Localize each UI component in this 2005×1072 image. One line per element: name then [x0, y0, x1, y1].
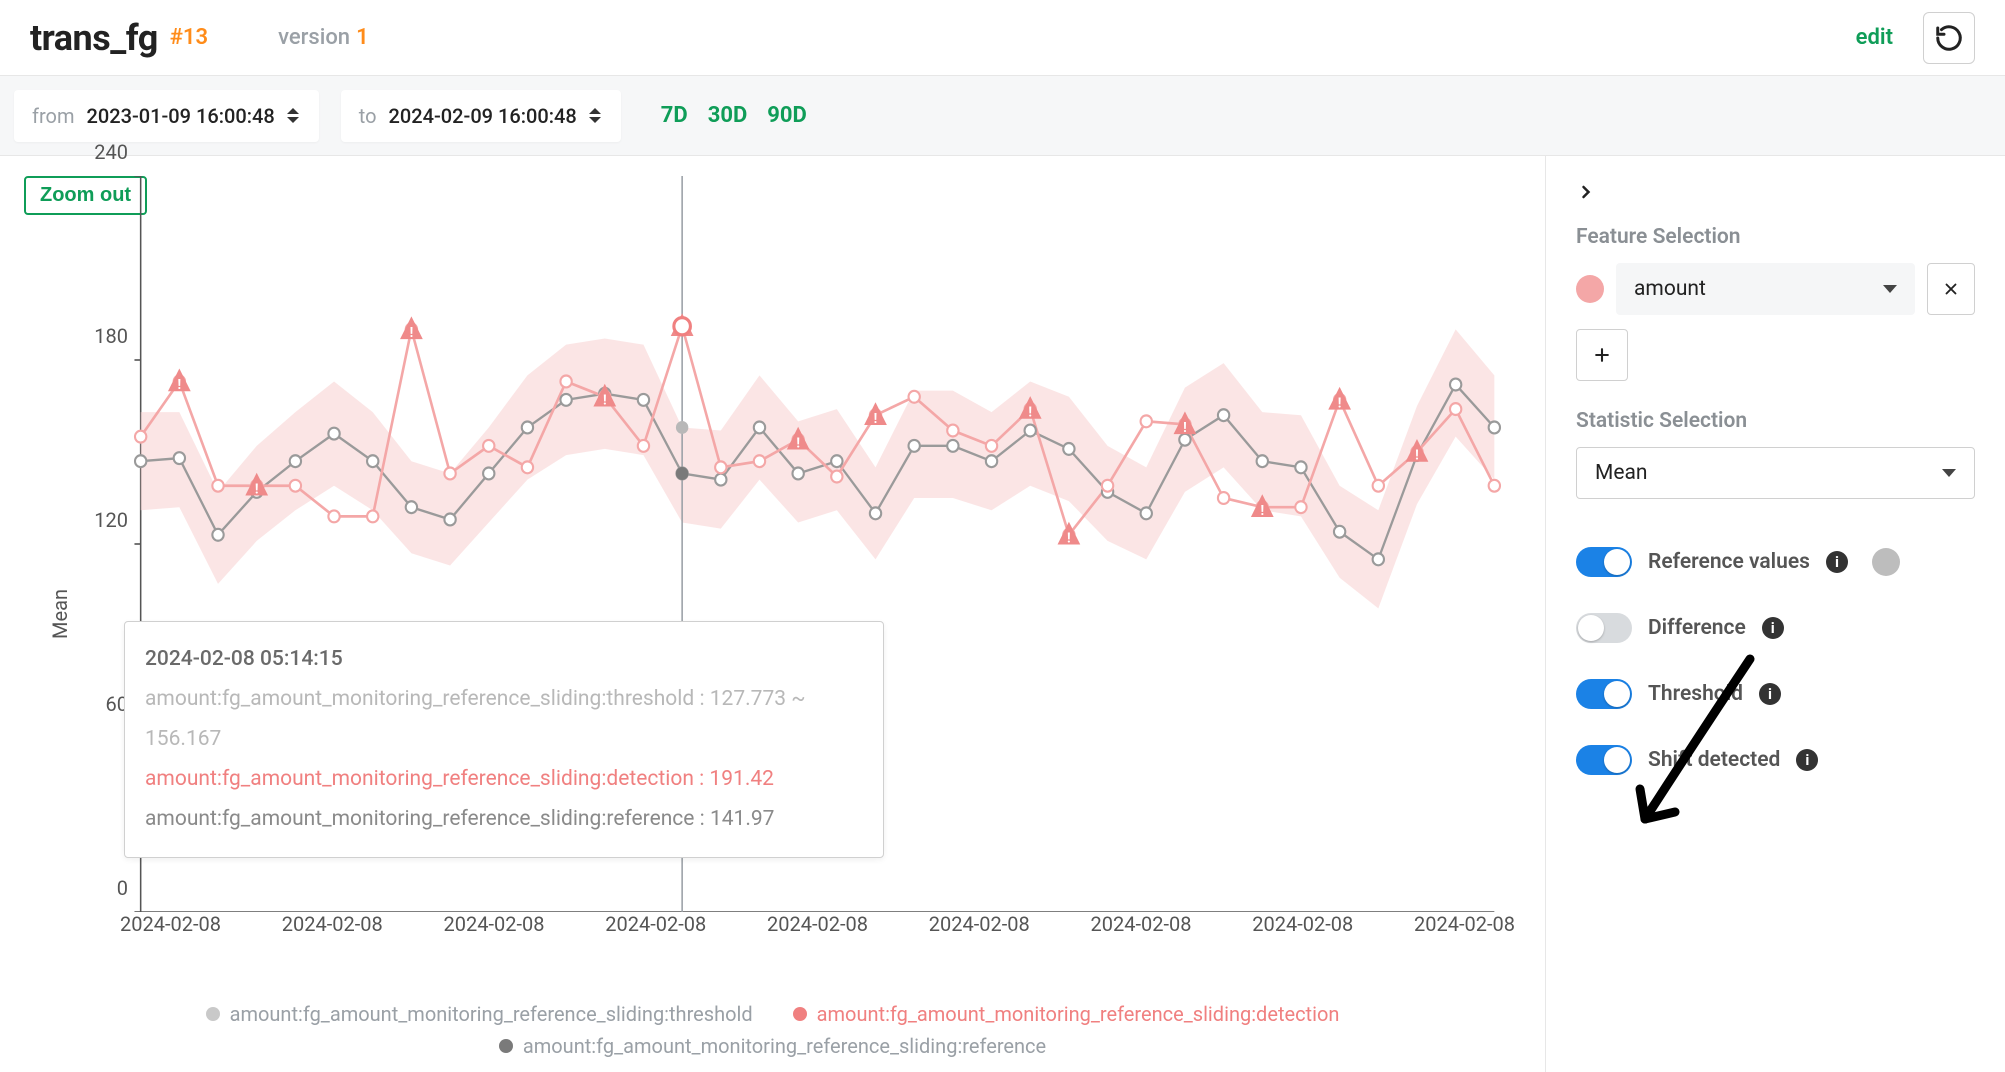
x-axis-ticks: 2024-02-08 2024-02-08 2024-02-08 2024-02-08…: [120, 912, 1515, 952]
legend-dot-icon: [499, 1039, 513, 1053]
x-tick-label: 2024-02-08: [1091, 912, 1192, 952]
chart-legend: amount:fg_amount_monitoring_reference_sl…: [0, 998, 1545, 1062]
legend-threshold[interactable]: amount:fg_amount_monitoring_reference_sl…: [206, 1002, 753, 1026]
date-toolbar: from 2023-01-09 16:00:48 to 2024-02-09 1…: [0, 76, 2005, 156]
statistic-select-value: Mean: [1595, 461, 1648, 485]
legend-reference[interactable]: amount:fg_amount_monitoring_reference_sl…: [499, 1034, 1046, 1058]
quick-7d-button[interactable]: 7D: [661, 103, 688, 128]
threshold-label: Threshold: [1648, 682, 1743, 706]
edit-button[interactable]: edit: [1856, 25, 1893, 50]
info-icon[interactable]: i: [1826, 551, 1848, 573]
chart-tooltip: 2024-02-08 05:14:15 amount:fg_amount_mon…: [124, 621, 884, 858]
feature-selection-heading: Feature Selection: [1576, 225, 1975, 249]
svg-text:!: !: [1415, 447, 1419, 463]
from-date-picker[interactable]: from 2023-01-09 16:00:48: [14, 90, 319, 142]
tooltip-threshold: amount:fg_amount_monitoring_reference_sl…: [145, 680, 863, 760]
chevron-right-icon: [1576, 182, 1596, 202]
remove-feature-button[interactable]: [1927, 263, 1975, 315]
sort-icon: [287, 108, 301, 123]
feature-color-dot: [1576, 275, 1604, 303]
from-label: from: [32, 104, 74, 128]
svg-text:!: !: [1260, 503, 1264, 519]
x-tick-label: 2024-02-08: [1252, 912, 1353, 952]
chevron-down-icon: [1942, 469, 1956, 477]
threshold-toggle[interactable]: [1576, 679, 1632, 709]
plot-area[interactable]: !!!!!!!!!!!!! 2024-02-08 05:14:15 amount…: [120, 176, 1515, 912]
x-tick-label: 2024-02-08: [605, 912, 706, 952]
feature-group-tag: #13: [170, 25, 208, 50]
quick-90d-button[interactable]: 90D: [767, 103, 807, 128]
y-tick-label: 240: [78, 140, 128, 164]
reference-values-toggle[interactable]: [1576, 547, 1632, 577]
svg-text:!: !: [1067, 530, 1071, 546]
to-date-picker[interactable]: to 2024-02-09 16:00:48: [341, 90, 621, 142]
difference-label: Difference: [1648, 616, 1746, 640]
svg-text:!: !: [1028, 404, 1032, 420]
info-icon[interactable]: i: [1796, 749, 1818, 771]
x-tick-label: 2024-02-08: [444, 912, 545, 952]
chevron-down-icon: [1883, 285, 1897, 293]
side-panel: Feature Selection amount Statistic Selec…: [1545, 156, 2005, 1072]
to-label: to: [359, 104, 377, 128]
from-value: 2023-01-09 16:00:48: [86, 104, 274, 128]
tooltip-timestamp: 2024-02-08 05:14:15: [145, 640, 863, 680]
page-title: trans_fg: [30, 17, 158, 59]
svg-text:!: !: [178, 377, 182, 393]
svg-text:!: !: [1183, 420, 1187, 436]
reference-color-dot: [1872, 548, 1900, 576]
info-icon[interactable]: i: [1759, 683, 1781, 705]
add-feature-button[interactable]: [1576, 329, 1628, 381]
legend-dot-icon: [793, 1007, 807, 1021]
y-axis-title: Mean: [48, 589, 72, 639]
svg-text:!: !: [1338, 395, 1342, 411]
to-value: 2024-02-09 16:00:48: [389, 104, 577, 128]
close-icon: [1942, 280, 1960, 298]
x-tick-label: 2024-02-08: [282, 912, 383, 952]
feature-select[interactable]: amount: [1616, 263, 1915, 315]
x-tick-label: 2024-02-08: [1414, 912, 1515, 952]
x-tick-label: 2024-02-08: [929, 912, 1030, 952]
version-number: 1: [356, 25, 369, 50]
collapse-panel-button[interactable]: [1576, 176, 1975, 209]
quick-range-group: 7D 30D 90D: [661, 103, 807, 128]
tooltip-reference: amount:fg_amount_monitoring_reference_sl…: [145, 800, 863, 840]
chart-panel: Zoom out Mean 060120180240 !!!!!!!!!!!!!…: [0, 156, 1545, 1072]
reference-values-label: Reference values: [1648, 550, 1810, 574]
quick-30d-button[interactable]: 30D: [708, 103, 748, 128]
plus-icon: [1592, 345, 1612, 365]
statistic-selection-heading: Statistic Selection: [1576, 409, 1975, 433]
version-label: version: [278, 25, 350, 50]
info-icon[interactable]: i: [1762, 617, 1784, 639]
svg-text:!: !: [874, 411, 878, 427]
x-tick-label: 2024-02-08: [767, 912, 868, 952]
x-tick-label: 2024-02-08: [120, 912, 221, 952]
difference-toggle[interactable]: [1576, 613, 1632, 643]
svg-text:!: !: [410, 325, 414, 341]
svg-text:!: !: [796, 435, 800, 451]
shift-detected-toggle[interactable]: [1576, 745, 1632, 775]
svg-text:!: !: [603, 392, 607, 408]
statistic-select[interactable]: Mean: [1576, 447, 1975, 499]
legend-detection[interactable]: amount:fg_amount_monitoring_reference_sl…: [793, 1002, 1340, 1026]
refresh-button[interactable]: [1923, 12, 1975, 64]
shift-detected-label: Shift detected: [1648, 748, 1780, 772]
tooltip-detection: amount:fg_amount_monitoring_reference_sl…: [145, 760, 863, 800]
svg-text:!: !: [255, 481, 259, 497]
legend-dot-icon: [206, 1007, 220, 1021]
feature-select-value: amount: [1634, 277, 1706, 301]
header-bar: trans_fg #13 version 1 edit: [0, 0, 2005, 76]
sort-icon: [589, 108, 603, 123]
refresh-icon: [1934, 23, 1964, 53]
